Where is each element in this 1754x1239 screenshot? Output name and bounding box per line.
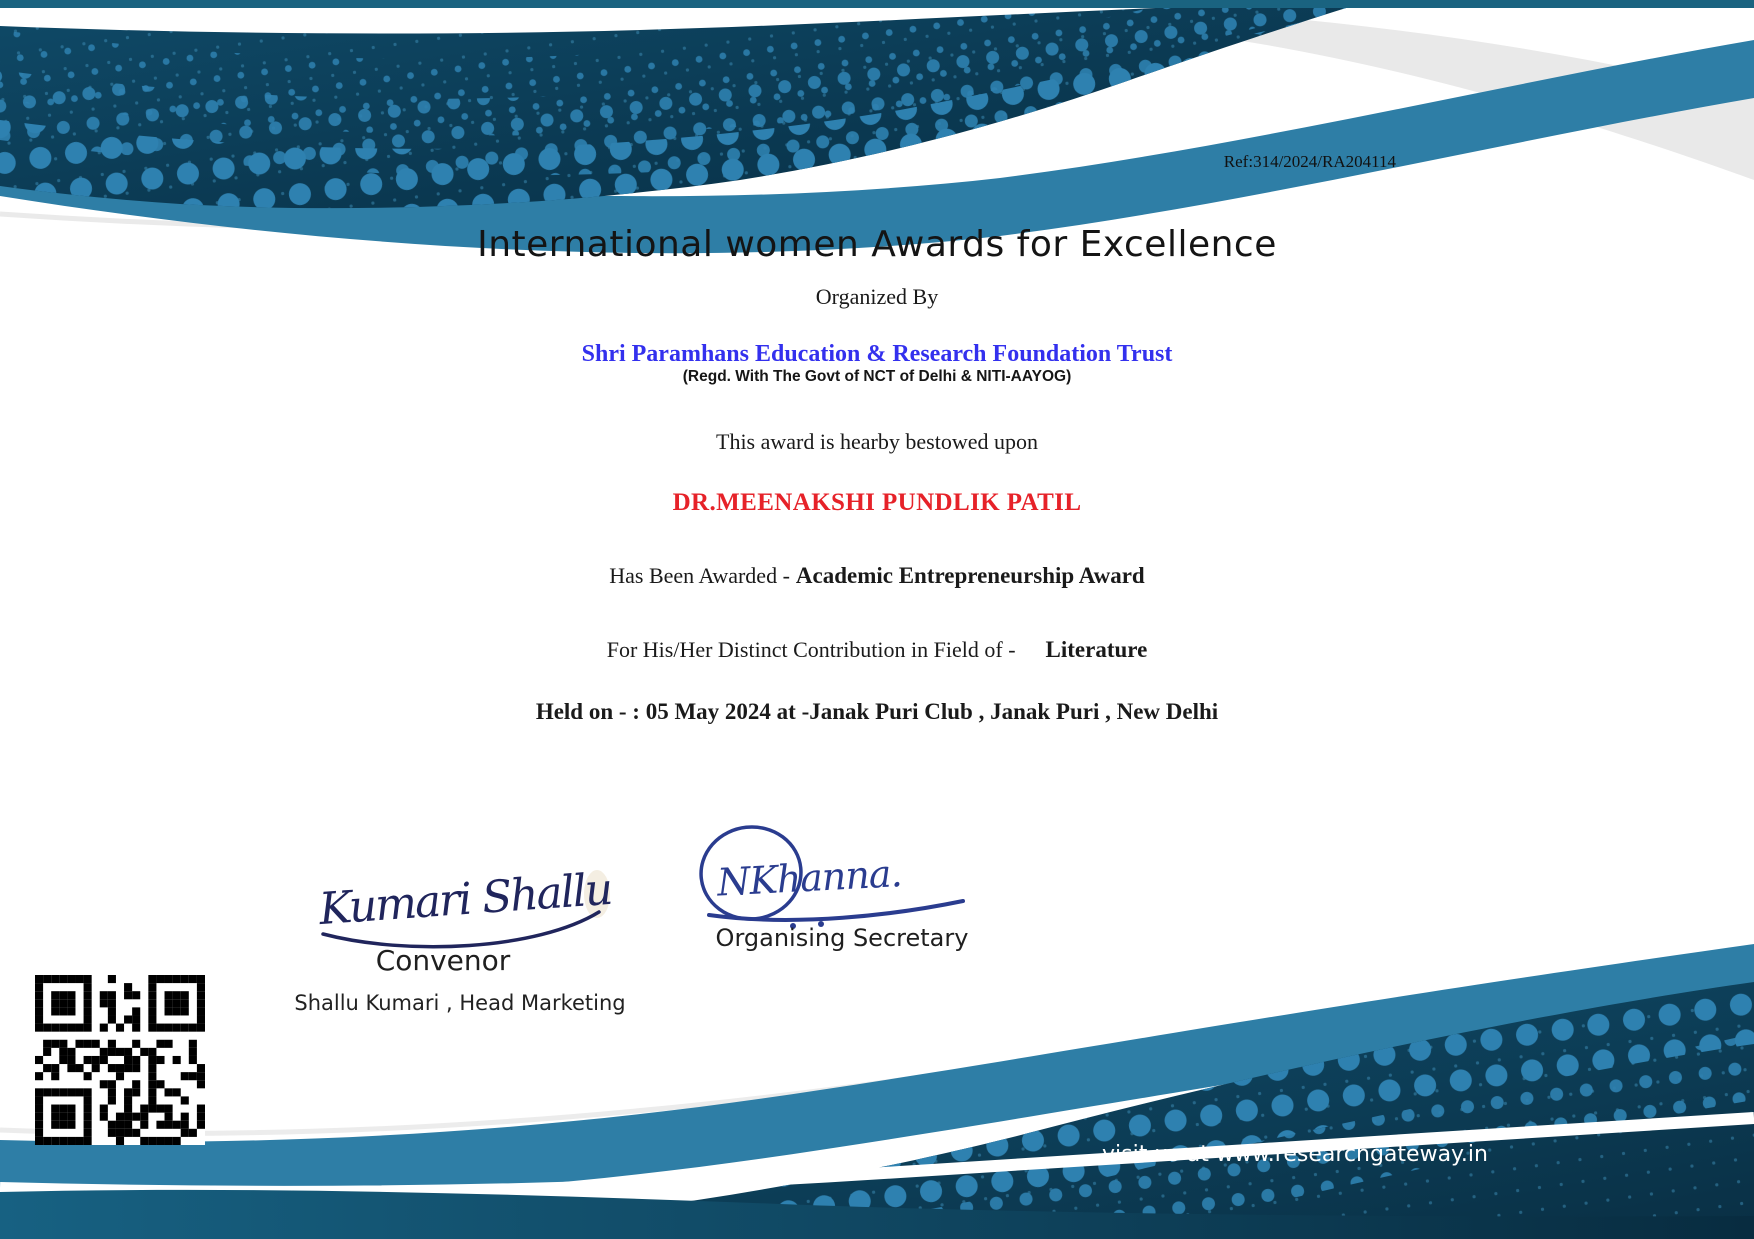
award-name: Academic Entrepreneurship Award [795,563,1145,588]
award-line: Has Been Awarded - Academic Entrepreneurs… [0,563,1754,589]
organising-secretary-signature: NKhanna. [699,825,965,929]
certificate-page: Ref:314/2024/RA204114 International wome… [0,0,1754,1239]
website-text: visit us at www.researchgateway.in [1102,1142,1488,1167]
event-details: Held on - : 05 May 2024 at -Janak Puri C… [535,699,1219,724]
signature-underline [707,899,965,922]
ref-number: Ref:314/2024/RA204114 [1223,152,1396,171]
organization-name: Shri Paramhans Education & Research Foun… [581,341,1173,367]
convenor-signature-text: Kumari Shallu [316,864,612,935]
top-edge-strip [0,0,1754,8]
convenor-name-role: Shallu Kumari , Head Marketing [294,991,626,1015]
qr-code-icon [35,975,205,1145]
field-prefix: For His/Her Distinct Contribution in Fie… [606,637,1016,662]
field-line: For His/Her Distinct Contribution in Fie… [0,637,1754,663]
field-name: Literature [1045,637,1148,662]
organized-by-label: Organized By [815,284,939,309]
award-prefix: Has Been Awarded - [609,563,790,588]
registration-note: (Regd. With The Govt of NCT of Delhi & N… [682,368,1072,385]
recipient-name: DR.MEENAKSHI PUNDLIK PATIL [672,489,1082,516]
organising-secretary-signature-text: NKhanna. [715,851,903,905]
convenor-title: Convenor [375,944,511,977]
organising-secretary-title: Organising Secretary [715,924,969,952]
bottom-wave-decoration [0,944,1754,1239]
certificate-title: International women Awards for Excellenc… [477,224,1277,265]
bestowed-text: This award is hearby bestowed upon [716,429,1038,454]
